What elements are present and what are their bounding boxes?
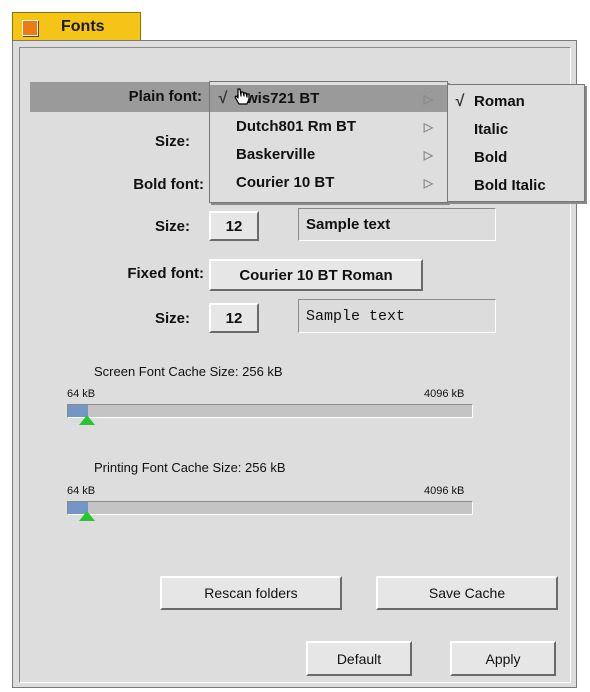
plain-font-label: Plain font: bbox=[128, 88, 202, 105]
fixed-font-label: Fixed font: bbox=[127, 265, 204, 282]
fixed-size-label: Size: bbox=[154, 310, 190, 327]
font-menu-item[interactable]: Dutch801 Rm BT ▷ bbox=[210, 113, 447, 140]
submenu-arrow-icon: ▷ bbox=[423, 175, 433, 190]
style-menu-item-label: Bold bbox=[474, 149, 508, 166]
apply-button[interactable]: Apply bbox=[450, 641, 556, 676]
style-menu-item-label: Bold Italic bbox=[474, 177, 546, 194]
font-menu-item-label: Dutch801 Rm BT bbox=[236, 118, 357, 135]
bold-sample-text: Sample text bbox=[298, 208, 496, 241]
style-menu-item[interactable]: Italic bbox=[448, 116, 584, 143]
print-cache-min: 64 kB bbox=[67, 485, 96, 497]
screen-cache-slider-track[interactable] bbox=[67, 404, 473, 418]
screen-cache-max: 4096 kB bbox=[424, 388, 465, 400]
hand-cursor-icon bbox=[234, 88, 250, 105]
bold-size-button[interactable]: 12 bbox=[209, 211, 259, 241]
window-title: Fonts bbox=[61, 18, 105, 35]
fixed-sample-text: Sample text bbox=[298, 299, 496, 333]
bold-size-label: Size: bbox=[154, 218, 190, 235]
screen-cache-slider-thumb[interactable] bbox=[79, 415, 96, 425]
print-cache-label: Printing Font Cache Size: 256 kB bbox=[94, 460, 286, 475]
style-menu-item[interactable]: Bold bbox=[448, 144, 584, 171]
font-menu-item[interactable]: Baskerville ▷ bbox=[210, 141, 447, 168]
font-style-submenu: √ Roman Italic Bold Bold Italic bbox=[447, 84, 585, 202]
font-menu-item-label: Baskerville bbox=[236, 146, 316, 163]
window-menu-icon[interactable] bbox=[22, 20, 38, 36]
checkmark-icon: √ bbox=[218, 89, 228, 107]
print-cache-slider-thumb[interactable] bbox=[79, 511, 96, 521]
checkmark-icon: √ bbox=[455, 92, 465, 110]
submenu-arrow-icon: ▷ bbox=[423, 91, 433, 106]
font-menu-item-label: Courier 10 BT bbox=[236, 174, 335, 191]
fixed-size-button[interactable]: 12 bbox=[209, 303, 259, 333]
style-menu-item-label: Roman bbox=[474, 93, 525, 110]
style-menu-item[interactable]: Bold Italic bbox=[448, 172, 584, 199]
style-menu-item[interactable]: √ Roman bbox=[448, 88, 584, 115]
rescan-folders-button[interactable]: Rescan folders bbox=[160, 576, 342, 610]
screen-cache-min: 64 kB bbox=[67, 388, 96, 400]
print-cache-slider-track[interactable] bbox=[67, 501, 473, 515]
submenu-arrow-icon: ▷ bbox=[423, 119, 433, 134]
plain-size-label: Size: bbox=[154, 133, 190, 150]
fixed-font-button[interactable]: Courier 10 BT Roman bbox=[209, 259, 423, 291]
default-button[interactable]: Default bbox=[306, 641, 412, 676]
style-menu-item-label: Italic bbox=[474, 121, 509, 138]
print-cache-max: 4096 kB bbox=[424, 485, 465, 497]
screen-cache-label: Screen Font Cache Size: 256 kB bbox=[94, 364, 283, 379]
font-menu-item[interactable]: Courier 10 BT ▷ bbox=[210, 169, 447, 196]
submenu-arrow-icon: ▷ bbox=[423, 147, 433, 162]
bold-font-label: Bold font: bbox=[133, 176, 204, 193]
save-cache-button[interactable]: Save Cache bbox=[376, 576, 558, 610]
window-title-tab[interactable]: Fonts bbox=[12, 12, 141, 40]
